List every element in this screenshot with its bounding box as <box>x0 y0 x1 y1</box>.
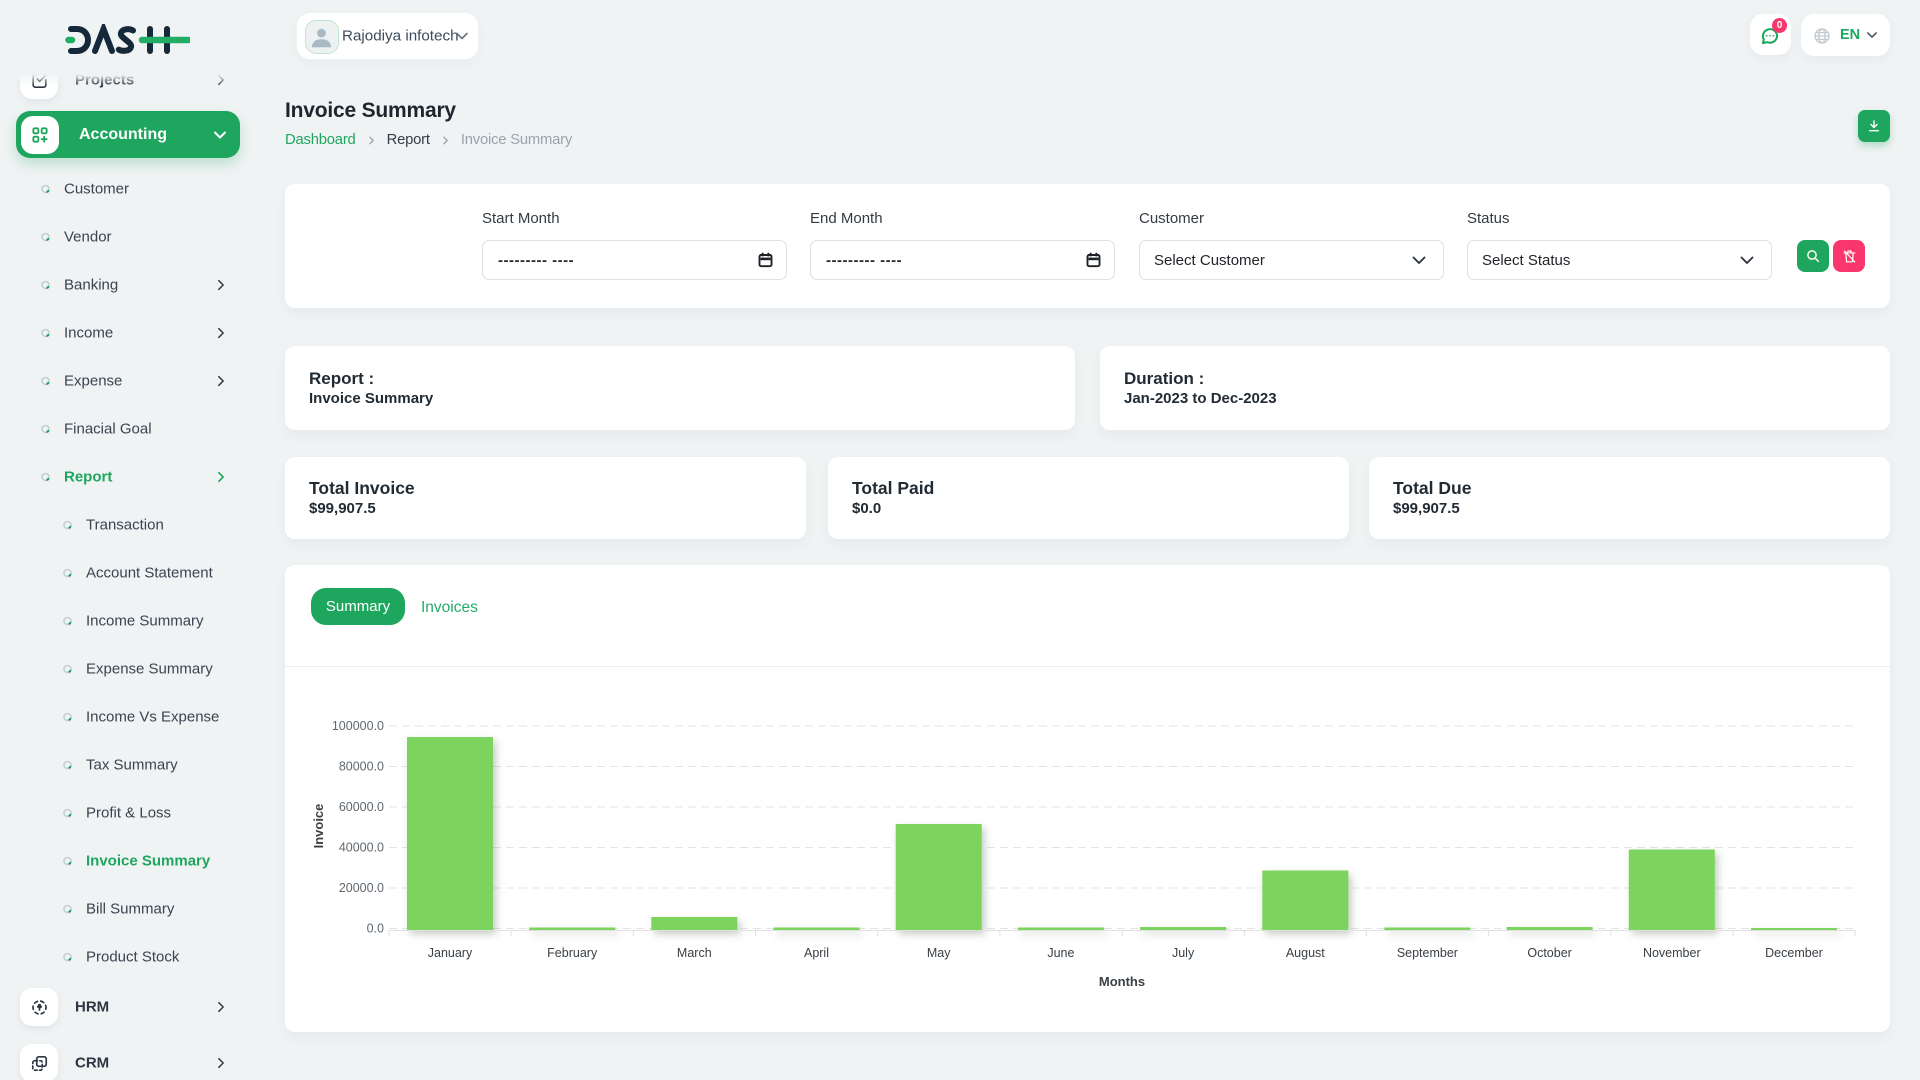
svg-text:June: June <box>1047 946 1074 960</box>
svg-text:100000.0: 100000.0 <box>332 719 384 733</box>
svg-text:60000.0: 60000.0 <box>339 800 384 814</box>
svg-text:December: December <box>1765 946 1823 960</box>
svg-text:April: April <box>804 946 829 960</box>
svg-text:40000.0: 40000.0 <box>339 841 384 855</box>
svg-text:October: October <box>1527 946 1571 960</box>
svg-text:Invoice: Invoice <box>311 804 326 849</box>
svg-text:March: March <box>677 946 712 960</box>
svg-text:February: February <box>547 946 598 960</box>
svg-text:January: January <box>428 946 473 960</box>
svg-text:May: May <box>927 946 951 960</box>
svg-text:Months: Months <box>1099 974 1145 989</box>
svg-text:20000.0: 20000.0 <box>339 881 384 895</box>
svg-text:80000.0: 80000.0 <box>339 760 384 774</box>
svg-text:November: November <box>1643 946 1701 960</box>
svg-text:July: July <box>1172 946 1195 960</box>
svg-text:August: August <box>1286 946 1325 960</box>
svg-text:September: September <box>1397 946 1458 960</box>
svg-text:0.0: 0.0 <box>367 922 384 936</box>
